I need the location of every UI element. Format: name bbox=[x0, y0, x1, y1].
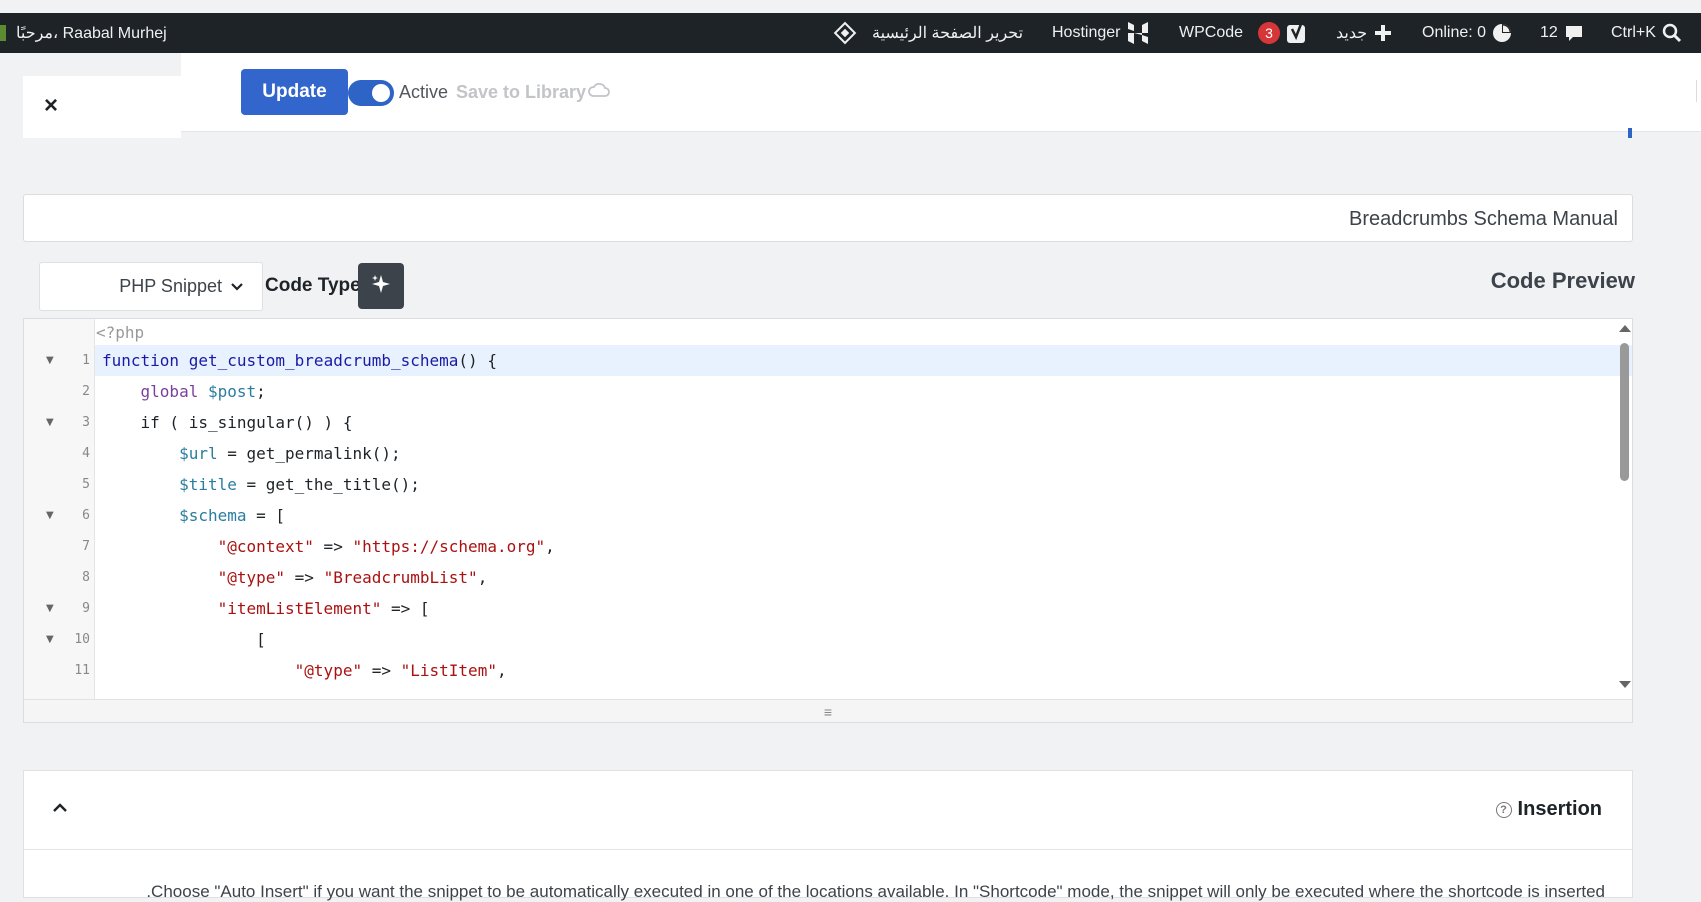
yoast-count-badge: 3 bbox=[1258, 22, 1280, 44]
hostinger-icon bbox=[1126, 20, 1150, 46]
code-line[interactable]: 4 $url = get_permalink(); bbox=[24, 438, 1614, 469]
line-number: 4 bbox=[82, 446, 90, 461]
active-toggle[interactable] bbox=[348, 80, 394, 106]
line-code: [ bbox=[102, 630, 266, 649]
code-line[interactable]: ▼ 3 if ( is_singular() ) { bbox=[24, 407, 1614, 438]
chevron-up-icon[interactable] bbox=[52, 801, 68, 819]
sparkle-icon bbox=[370, 273, 392, 300]
comments-menu[interactable]: 12 bbox=[1540, 13, 1584, 53]
yoast-menu[interactable]: 3 bbox=[1258, 13, 1308, 53]
hostinger-label: Hostinger bbox=[1052, 24, 1121, 41]
line-code: function get_custom_breadcrumb_schema() … bbox=[102, 351, 497, 370]
code-line[interactable]: 11 "@type" => "ListItem", bbox=[24, 655, 1614, 686]
toggle-knob bbox=[372, 84, 390, 102]
help-icon[interactable]: ? bbox=[1495, 801, 1512, 818]
line-number: 3 bbox=[82, 415, 90, 430]
accent-marker bbox=[1628, 128, 1632, 138]
line-number: 1 bbox=[82, 353, 90, 368]
php-open-tag: <?php bbox=[96, 323, 145, 342]
ai-generate-button[interactable] bbox=[358, 263, 404, 309]
line-number: 11 bbox=[74, 663, 90, 678]
code-line[interactable]: 2 global $post; bbox=[24, 376, 1614, 407]
line-code: if ( is_singular() ) { bbox=[102, 413, 353, 432]
online-users[interactable]: Online: 0 bbox=[1422, 13, 1512, 53]
comment-icon bbox=[1564, 23, 1584, 43]
line-code: $title = get_the_title(); bbox=[179, 475, 420, 494]
line-number: 5 bbox=[82, 477, 90, 492]
line-code: global $post; bbox=[140, 382, 266, 401]
new-content-menu[interactable]: جديد bbox=[1336, 13, 1393, 53]
plus-icon bbox=[1373, 23, 1393, 43]
edit-home-link[interactable]: تحرير الصفحة الرئيسية bbox=[832, 13, 1023, 53]
line-code: "@type" => "BreadcrumbList", bbox=[217, 568, 488, 587]
code-type-select[interactable]: PHP Snippet bbox=[39, 262, 263, 311]
line-number: 2 bbox=[82, 384, 90, 399]
avatar bbox=[0, 25, 6, 41]
admin-bar: مرحبًا، Raabal Murhej تحرير الصفحة الرئي… bbox=[0, 13, 1701, 53]
diamond-icon bbox=[832, 20, 858, 46]
code-preview-label: Code Preview bbox=[1490, 268, 1635, 293]
wpcode-menu[interactable]: WPCode bbox=[1179, 13, 1243, 53]
command-palette[interactable]: Ctrl+K bbox=[1611, 13, 1682, 53]
scroll-down-arrow-icon[interactable] bbox=[1619, 681, 1631, 688]
new-label: جديد bbox=[1336, 25, 1368, 42]
yoast-icon bbox=[1286, 21, 1308, 45]
chevron-down-icon bbox=[230, 276, 244, 297]
code-type-selected: PHP Snippet bbox=[119, 276, 222, 296]
close-button[interactable]: × bbox=[44, 92, 58, 120]
save-to-library-label: Save to Library bbox=[456, 82, 587, 102]
shortcut-label: Ctrl+K bbox=[1611, 24, 1656, 41]
snippet-title-input[interactable]: Breadcrumbs Schema Manual bbox=[23, 194, 1633, 242]
code-line[interactable]: 5 $title = get_the_title(); bbox=[24, 469, 1614, 500]
editor-scrollbar[interactable] bbox=[1616, 319, 1632, 699]
toolbar-divider bbox=[1696, 80, 1701, 102]
insertion-title-text: Insertion bbox=[1517, 798, 1602, 820]
hostinger-menu[interactable]: Hostinger bbox=[1052, 13, 1150, 53]
scroll-up-arrow-icon[interactable] bbox=[1619, 325, 1631, 332]
pie-chart-icon bbox=[1492, 23, 1512, 43]
insertion-description: .Choose "Auto Insert" if you want the sn… bbox=[146, 882, 1605, 901]
scroll-thumb[interactable] bbox=[1620, 343, 1629, 481]
insertion-title: ? Insertion bbox=[1495, 798, 1602, 821]
line-code: "@type" => "ListItem", bbox=[294, 661, 507, 680]
code-line[interactable]: ▼ 9 "itemListElement" => [ bbox=[24, 593, 1614, 624]
active-label: Active bbox=[399, 82, 449, 102]
save-to-library-button[interactable]: Save to Library bbox=[456, 82, 610, 103]
line-number: 9 bbox=[82, 601, 90, 616]
code-area[interactable]: <?php ▼ 1 function get_custom_breadcrumb… bbox=[24, 319, 1632, 699]
line-number: 10 bbox=[74, 632, 90, 647]
code-line[interactable]: ▼ 10 [ bbox=[24, 624, 1614, 655]
code-editor[interactable]: <?php ▼ 1 function get_custom_breadcrumb… bbox=[23, 318, 1633, 723]
update-button[interactable]: Update bbox=[241, 69, 348, 115]
comments-count: 12 bbox=[1540, 24, 1558, 41]
search-icon bbox=[1662, 23, 1682, 43]
line-number: 8 bbox=[82, 570, 90, 585]
code-line[interactable]: 8 "@type" => "BreadcrumbList", bbox=[24, 562, 1614, 593]
insertion-panel: ? Insertion bbox=[23, 770, 1633, 898]
editor-resize-handle[interactable]: ≡ bbox=[24, 699, 1632, 722]
code-line[interactable]: ▼ 6 $schema = [ bbox=[24, 500, 1614, 531]
greeting-text: مرحبًا، Raabal Murhej bbox=[16, 25, 167, 42]
online-label: Online: 0 bbox=[1422, 24, 1487, 41]
code-line[interactable]: 7 "@context" => "https://schema.org", bbox=[24, 531, 1614, 562]
line-code: $url = get_permalink(); bbox=[179, 444, 401, 463]
line-number: 7 bbox=[82, 539, 90, 554]
cloud-icon bbox=[588, 82, 610, 103]
code-line[interactable]: ▼ 1 function get_custom_breadcrumb_schem… bbox=[24, 345, 1614, 376]
code-type-label: Code Type bbox=[265, 275, 361, 296]
wpcode-label: WPCode bbox=[1179, 24, 1244, 41]
admin-bar-account[interactable]: مرحبًا، Raabal Murhej bbox=[0, 13, 167, 53]
line-code: "itemListElement" => [ bbox=[217, 599, 430, 618]
line-code: $schema = [ bbox=[179, 506, 286, 525]
edit-home-label: تحرير الصفحة الرئيسية bbox=[872, 25, 1024, 42]
snippet-title-value: Breadcrumbs Schema Manual bbox=[1348, 208, 1618, 230]
insertion-header[interactable]: ? Insertion bbox=[24, 771, 1632, 850]
line-number: 6 bbox=[82, 508, 90, 523]
line-code: "@context" => "https://schema.org", bbox=[217, 537, 555, 556]
